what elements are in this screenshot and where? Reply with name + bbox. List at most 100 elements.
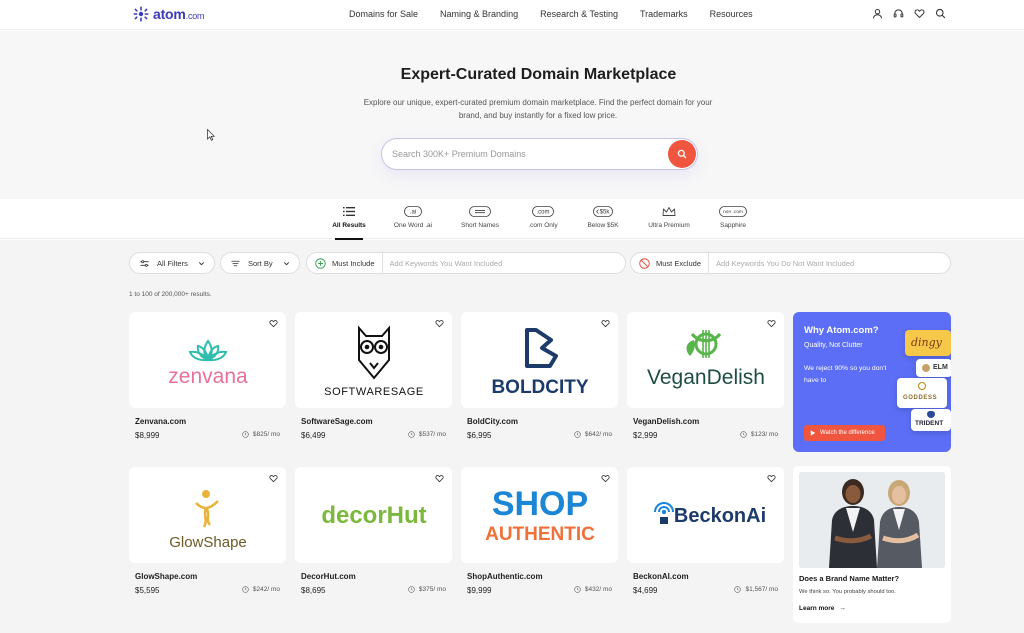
ai-badge-text: .ai xyxy=(410,210,416,216)
monthly-price: $825/ mo xyxy=(242,431,280,438)
monthly-price-text: $642/ mo xyxy=(584,431,612,438)
watch-difference-button[interactable]: Watch the difference xyxy=(804,425,885,441)
heart-icon[interactable] xyxy=(269,474,278,483)
decorhut-logo-text: decorHut xyxy=(321,502,426,529)
heart-icon[interactable] xyxy=(435,474,444,483)
domain-price: $8,999 xyxy=(135,431,160,440)
monthly-price: $642/ mo xyxy=(574,431,612,438)
promo-logo-tile: TRIDENT xyxy=(911,409,951,431)
brand-tld: .com xyxy=(185,11,205,21)
domain-logo-panel: SHOP AUTHENTIC xyxy=(461,467,618,563)
domain-price: $4,699 xyxy=(633,586,658,595)
tab-short-names[interactable]: Short Names xyxy=(448,206,512,229)
domain-search-box xyxy=(381,138,698,170)
domain-logo-panel: GlowShape xyxy=(129,467,286,563)
domain-price: $2,999 xyxy=(633,431,658,440)
promo-logo-text: GODDESS xyxy=(903,395,938,401)
nav-resources[interactable]: Resources xyxy=(710,9,753,19)
all-filters-dropdown[interactable]: All Filters xyxy=(129,252,215,274)
heart-icon[interactable] xyxy=(767,474,776,483)
hero-section: Expert-Curated Domain Marketplace Explor… xyxy=(0,31,1024,199)
learn-more-link[interactable]: Learn more → xyxy=(799,605,846,612)
promo-logo-tile: dingy xyxy=(905,330,951,356)
promo-logo-text: dingy xyxy=(911,336,942,349)
boldcity-logo-text: BOLDCITY xyxy=(491,377,588,398)
shopauthentic-logo-text-2: AUTHENTIC xyxy=(485,524,595,545)
softwaresage-logo-text: SOFTWARESAGE xyxy=(324,386,424,398)
play-icon xyxy=(810,430,816,436)
heart-icon[interactable] xyxy=(269,319,278,328)
must-exclude-toggle[interactable]: Must Exclude xyxy=(631,253,710,273)
tab-ultra-premium[interactable]: Ultra Premium xyxy=(637,206,701,229)
monthly-price-text: $123/ mo xyxy=(750,431,778,438)
domain-logo-panel: VeganDelish xyxy=(627,312,784,408)
tab-label: Ultra Premium xyxy=(648,222,690,229)
learn-more-label: Learn more xyxy=(799,605,835,612)
clock-icon xyxy=(574,586,581,593)
monthly-price: $537/ mo xyxy=(408,431,446,438)
sort-icon xyxy=(231,260,240,266)
exclude-keywords-input[interactable] xyxy=(709,258,930,268)
nav-domains-for-sale[interactable]: Domains for Sale xyxy=(349,9,418,19)
beckonai-logo: BeckonAi xyxy=(653,502,766,527)
clock-icon xyxy=(408,586,415,593)
sort-by-dropdown[interactable]: Sort By xyxy=(220,252,300,274)
clock-icon xyxy=(242,431,249,438)
domain-price: $5,595 xyxy=(135,586,160,595)
promo-logo-tile: GODDESS xyxy=(897,378,947,408)
tab-all-results[interactable]: All Results xyxy=(317,206,381,240)
clock-icon xyxy=(734,586,742,593)
domain-name: BoldCity.com xyxy=(467,417,518,426)
price-badge-text: $5k xyxy=(600,210,611,216)
tab-label: Sapphire xyxy=(719,222,747,229)
promo-logo-text: TRIDENT xyxy=(915,420,944,427)
domain-logo-panel: zenvana xyxy=(129,312,286,408)
hero-title: Expert-Curated Domain Marketplace xyxy=(400,66,677,83)
include-keywords-input[interactable] xyxy=(382,258,603,268)
brand-name: atom.com xyxy=(153,6,205,22)
com-badge-icon: .com xyxy=(532,206,554,217)
tab-sapphire[interactable]: non .com Sapphire xyxy=(701,206,765,229)
com-badge-text: .com xyxy=(536,210,549,216)
glowshape-logo-text: GlowShape xyxy=(169,534,247,551)
promo-logo-tile: ELM xyxy=(916,359,951,377)
heart-icon[interactable] xyxy=(767,319,776,328)
promo-subtitle: Quality, Not Clutter xyxy=(804,342,863,349)
domain-search-input[interactable] xyxy=(392,146,662,162)
shopauthentic-logo-text-1: SHOP xyxy=(491,485,587,523)
tab-label: Below $5K xyxy=(587,222,619,229)
domain-logo-panel: BOLDCITY xyxy=(461,312,618,408)
monthly-price-text: $432/ mo xyxy=(584,586,612,593)
why-atom-promo[interactable]: Why Atom.com? Quality, Not Clutter We re… xyxy=(793,312,951,452)
domain-logo-panel: BeckonAi xyxy=(627,467,784,563)
tab-below-5k[interactable]: $5k Below $5K xyxy=(571,206,635,229)
tab-one-word-ai[interactable]: .ai One Word .ai xyxy=(381,206,445,229)
clock-icon xyxy=(408,431,415,438)
heart-icon[interactable] xyxy=(601,319,610,328)
user-icon[interactable] xyxy=(872,8,883,19)
heart-icon[interactable] xyxy=(435,319,444,328)
atom-logo-icon xyxy=(133,6,149,22)
mouse-cursor-icon xyxy=(207,129,215,141)
brand-name-text: atom xyxy=(153,6,186,22)
must-include-toggle[interactable]: Must Include xyxy=(307,253,383,273)
search-icon xyxy=(677,149,687,159)
promo-title: Why Atom.com? xyxy=(804,325,879,336)
monthly-price-text: $242/ mo xyxy=(252,586,280,593)
brand-name-article-card[interactable]: Does a Brand Name Matter? We think so. Y… xyxy=(793,466,951,623)
monthly-price-text: $1,567/ mo xyxy=(745,586,778,593)
nav-naming-branding[interactable]: Naming & Branding xyxy=(440,9,518,19)
headset-icon[interactable] xyxy=(893,8,904,19)
nav-research-testing[interactable]: Research & Testing xyxy=(540,9,618,19)
search-submit-button[interactable] xyxy=(668,140,696,168)
heart-icon[interactable] xyxy=(601,474,610,483)
monthly-price: $375/ mo xyxy=(408,586,446,593)
search-icon[interactable] xyxy=(935,8,946,19)
promo-body: We reject 90% so you don't have to xyxy=(804,365,887,384)
tab-com-only[interactable]: .com .com Only xyxy=(511,206,575,229)
nav-trademarks[interactable]: Trademarks xyxy=(640,9,688,19)
promo-logo-text: ELM xyxy=(933,364,948,371)
monthly-price: $242/ mo xyxy=(242,586,280,593)
heart-icon[interactable] xyxy=(914,8,925,19)
atom-logo[interactable]: atom.com xyxy=(133,6,205,22)
